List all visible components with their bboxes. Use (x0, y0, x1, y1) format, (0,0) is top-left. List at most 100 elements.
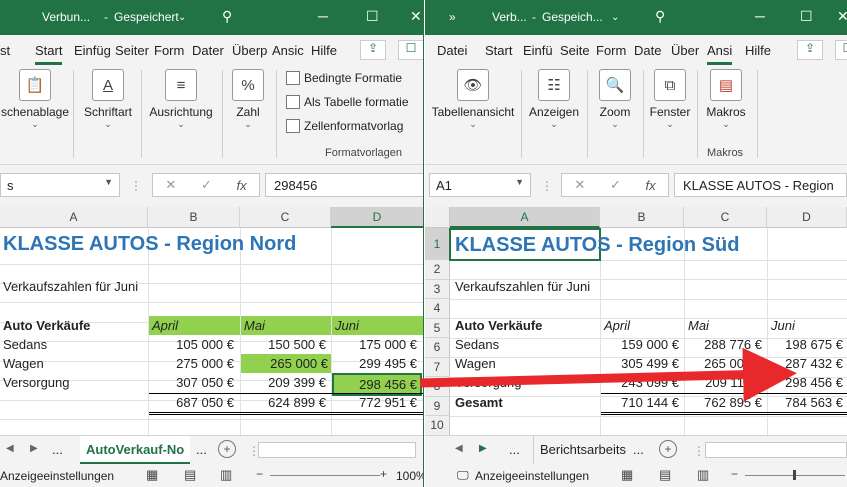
column-header-c[interactable]: C (684, 207, 767, 228)
clipboard-group[interactable]: 📋 schenablage ⌄ (0, 65, 70, 130)
tab-file[interactable]: st (0, 43, 10, 58)
page-layout-icon[interactable]: ▤ (184, 467, 196, 483)
value-cell[interactable]: 265 000 € (685, 354, 765, 373)
page-break-icon[interactable]: ▥ (220, 467, 232, 483)
page-layout-icon[interactable]: ▤ (659, 467, 671, 483)
chevron-down-icon[interactable]: ▼ (515, 177, 524, 187)
value-cell[interactable]: 159 000 € (601, 335, 682, 354)
column-header-d[interactable]: D (331, 207, 423, 228)
value-cell[interactable]: 150 500 € (241, 335, 329, 354)
sheet-view-group[interactable]: 👁 Tabellenansicht ⌄ (429, 65, 517, 130)
tab-formulas[interactable]: Form (596, 43, 626, 58)
display-settings[interactable]: Anzeigeeinstellungen (0, 469, 114, 483)
display-settings[interactable]: Anzeigeeinstellungen (475, 469, 589, 483)
tab-review[interactable]: Über (671, 43, 699, 58)
row-header-1[interactable]: 1 (425, 228, 450, 260)
comments-icon[interactable]: ☐ (835, 40, 847, 60)
value-cell[interactable]: 288 776 € (685, 335, 765, 354)
comments-icon[interactable]: ☐ (398, 40, 423, 60)
sheet-tab[interactable]: Berichtsarbeits (533, 436, 632, 464)
zoom-out-icon[interactable]: − (256, 467, 263, 481)
value-cell[interactable]: 299 495 € (332, 354, 420, 373)
alignment-group[interactable]: ≡ Ausrichtung ⌄ (144, 65, 218, 130)
title-cell[interactable]: KLASSE AUTOS - Region Nord (0, 231, 299, 257)
chevron-down-icon[interactable]: ⌄ (611, 12, 619, 23)
subtitle-cell[interactable]: Verkaufszahlen für Juni (452, 277, 593, 296)
header-label-cell[interactable]: Auto Verkäufe (0, 316, 148, 335)
more-commands-icon[interactable]: » (449, 10, 456, 24)
number-group[interactable]: % Zahl ⌄ (226, 65, 270, 130)
month-header-cell[interactable]: April (601, 316, 633, 335)
month-header-cell[interactable]: Juni (332, 316, 423, 335)
zoom-slider-thumb[interactable] (793, 470, 796, 480)
enter-icon[interactable]: ✓ (610, 177, 621, 193)
value-cell[interactable]: 305 499 € (601, 354, 682, 373)
tab-help[interactable]: Hilfe (745, 43, 771, 58)
conditional-formatting-button[interactable]: Bedingte Formatie (286, 71, 402, 85)
tab-data[interactable]: Date (634, 43, 661, 58)
zoom-out-icon[interactable]: − (731, 467, 738, 481)
scroll-right-icon[interactable]: ▶ (479, 443, 487, 454)
close-icon[interactable]: ✕ (837, 8, 847, 25)
tab-insert[interactable]: Einfüg (74, 43, 111, 58)
total-cell[interactable]: 624 899 € (241, 393, 329, 412)
value-cell[interactable]: 209 119 € (685, 373, 765, 392)
sheet-tab-active[interactable]: AutoVerkauf-No (80, 436, 191, 464)
chevron-down-icon[interactable]: ▼ (104, 177, 113, 187)
font-group[interactable]: A Schriftart ⌄ (78, 65, 138, 130)
row-header-4[interactable]: 4 (425, 299, 450, 319)
row-label-cell[interactable]: Wagen (452, 354, 499, 373)
macros-group[interactable]: ▤ Makros ⌄ (701, 65, 751, 130)
maximize-icon[interactable]: ☐ (800, 8, 813, 25)
add-sheet-icon[interactable]: + (659, 440, 677, 458)
value-cell[interactable]: 287 432 € (768, 354, 846, 373)
add-sheet-icon[interactable]: + (218, 440, 236, 458)
search-icon[interactable]: ⚲ (655, 8, 665, 25)
total-cell[interactable]: 710 144 € (601, 393, 682, 412)
show-group[interactable]: ☷ Anzeigen ⌄ (525, 65, 583, 130)
drag-handle-icon[interactable]: ⋮ (130, 179, 142, 193)
tab-view[interactable]: Ansi (707, 43, 733, 65)
value-cell[interactable]: 298 456 € (768, 373, 846, 392)
enter-icon[interactable]: ✓ (201, 177, 212, 193)
formula-input[interactable]: KLASSE AUTOS - Region (674, 173, 847, 197)
display-settings-icon[interactable]: 🖵 (457, 468, 469, 483)
tab-formulas[interactable]: Form (154, 43, 184, 58)
scroll-left-icon[interactable]: ◀ (6, 443, 14, 454)
tab-file[interactable]: Datei (437, 43, 467, 58)
scroll-left-icon[interactable]: ◀ (455, 443, 463, 454)
drag-handle-icon[interactable]: ⋮ (541, 179, 553, 193)
total-label-cell[interactable]: Gesamt (452, 393, 506, 412)
header-label-cell[interactable]: Auto Verkäufe (452, 316, 545, 335)
more-sheets[interactable]: ... (509, 442, 520, 457)
insert-function-icon[interactable]: fx (237, 178, 247, 193)
value-cell[interactable]: 307 050 € (149, 373, 237, 392)
value-cell[interactable]: 275 000 € (149, 354, 237, 373)
row-label-cell[interactable]: Sedans (0, 335, 50, 354)
zoom-slider[interactable] (270, 475, 380, 476)
cell-styles-button[interactable]: Zellenformatvorlag (286, 119, 403, 133)
value-cell-highlighted[interactable]: 265 000 € (241, 354, 331, 373)
value-cell[interactable]: 175 000 € (332, 335, 420, 354)
zoom-in-icon[interactable]: + (380, 467, 387, 481)
tab-page-layout[interactable]: Seiter (115, 43, 149, 58)
tab-help[interactable]: Hilfe (311, 43, 337, 58)
row-header-8[interactable]: 8 (425, 377, 450, 397)
drag-handle-icon[interactable]: ⋮ (693, 444, 705, 458)
tab-view[interactable]: Ansic (272, 43, 304, 58)
tab-page-layout[interactable]: Seite (560, 43, 590, 58)
name-box[interactable]: s ▼ (0, 173, 120, 197)
row-header-2[interactable]: 2 (425, 260, 450, 280)
total-cell[interactable]: 762 895 € (685, 393, 765, 412)
horizontal-scrollbar[interactable] (705, 442, 847, 458)
more-sheets[interactable]: ... (196, 442, 207, 457)
total-cell[interactable]: 772 951 € (332, 393, 420, 412)
more-sheets[interactable]: ... (52, 442, 63, 457)
tab-data[interactable]: Dater (192, 43, 224, 58)
total-cell[interactable]: 784 563 € (768, 393, 846, 412)
tab-start[interactable]: Start (35, 43, 63, 65)
total-cell[interactable]: 687 050 € (149, 393, 237, 412)
row-header-10[interactable]: 10 (425, 416, 450, 435)
minimize-icon[interactable]: ─ (318, 8, 328, 24)
zoom-level[interactable]: 100% (396, 469, 423, 483)
